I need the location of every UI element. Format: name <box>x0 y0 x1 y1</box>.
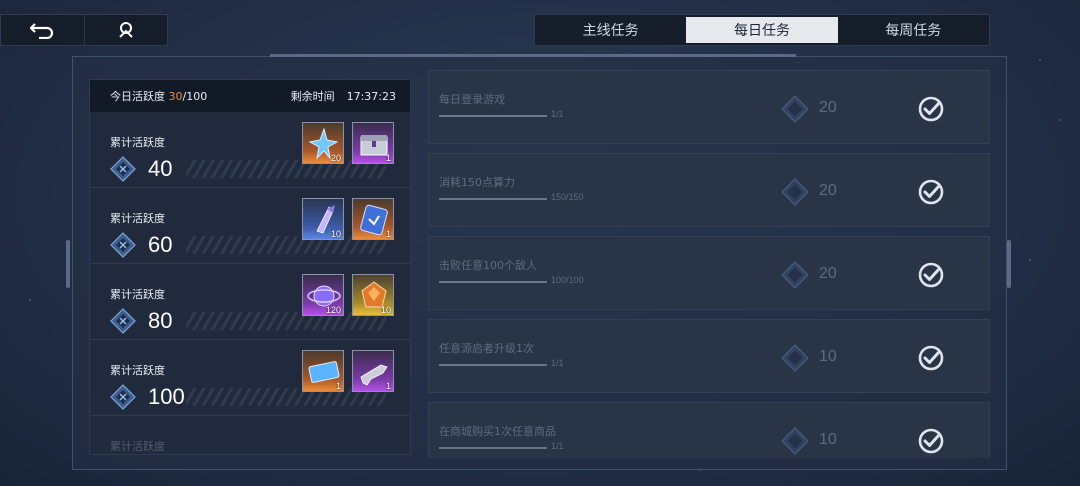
milestone-row: 累计活跃度 <box>90 416 410 454</box>
milestone-label: 累计活跃度 <box>110 364 165 377</box>
activity-gem-icon <box>781 344 809 372</box>
task-progress-text: 100/100 <box>551 275 584 285</box>
milestone-row: 累计活跃度 100 1 1 <box>90 340 410 416</box>
check-circle-icon[interactable] <box>917 261 945 289</box>
reward-item[interactable]: 1 <box>352 198 394 240</box>
milestone-value: 60 <box>148 232 173 257</box>
activity-current: 30 <box>168 89 183 103</box>
activity-gem-icon <box>110 232 136 258</box>
milestone-row: 累计活跃度 60 10 1 <box>90 188 410 264</box>
reward-item[interactable]: 1 <box>302 350 344 392</box>
milestone-row: 累计活跃度 40 20 1 <box>90 112 410 188</box>
task-progress-text: 150/150 <box>551 192 584 202</box>
tab-main-quest[interactable]: 主线任务 <box>535 15 686 45</box>
top-nav <box>0 14 168 46</box>
activity-gem-icon <box>110 308 136 334</box>
reward-count: 20 <box>330 153 341 163</box>
tab-weekly-quest[interactable]: 每周任务 <box>838 15 989 45</box>
task-points: 20 <box>819 182 837 199</box>
task-points: 20 <box>819 265 837 282</box>
task-progress-bar <box>439 364 547 366</box>
time-left-label: 剩余时间 <box>290 90 335 103</box>
task-name: 击败任意100个敌人 <box>439 259 537 272</box>
task-progress-text: 1/1 <box>551 358 564 368</box>
emblem-icon <box>119 22 133 38</box>
milestone-label: 累计活跃度 <box>110 288 165 301</box>
right-edge-handle <box>1007 240 1011 288</box>
activity-gem-icon <box>781 427 809 455</box>
milestone-row: 累计活跃度 80 120 10 <box>90 264 410 340</box>
reward-count: 1 <box>335 381 341 391</box>
reward-count: 1 <box>385 229 391 239</box>
milestone-label: 累计活跃度 <box>110 440 165 453</box>
daily-task-list[interactable]: 每日登录游戏 1/1 20 消耗150点算力 150/150 20 击败任意10… <box>428 70 990 458</box>
activity-label: 今日活跃度 <box>110 90 165 103</box>
milestone-label: 累计活跃度 <box>110 136 165 149</box>
left-edge-handle <box>66 240 70 288</box>
activity-max: /100 <box>182 89 208 103</box>
task-progress-bar <box>439 447 547 449</box>
back-arrow-icon <box>30 23 54 39</box>
milestone-value: 100 <box>148 384 185 409</box>
task-name: 任意源启者升级1次 <box>439 342 534 355</box>
task-progress-bar <box>439 281 547 283</box>
check-circle-icon[interactable] <box>917 178 945 206</box>
reward-count: 10 <box>380 305 391 315</box>
reward-count: 10 <box>330 229 341 239</box>
activity-header: 今日活跃度 30/100 剩余时间 17:37:23 <box>90 80 410 112</box>
task-progress-text: 1/1 <box>551 109 564 119</box>
time-left-value: 17:37:23 <box>346 89 396 103</box>
panel-top-accent <box>270 54 796 57</box>
reward-item[interactable]: 1 <box>352 350 394 392</box>
task-card[interactable]: 任意源启者升级1次 1/1 10 <box>428 319 990 393</box>
task-progress-bar <box>439 115 547 117</box>
profile-button[interactable] <box>83 15 168 45</box>
activity-gem-icon <box>781 261 809 289</box>
task-card[interactable]: 击败任意100个敌人 100/100 20 <box>428 236 990 310</box>
task-name: 在商城购买1次任意商品 <box>439 425 556 438</box>
reward-count: 1 <box>385 153 391 163</box>
task-progress-text: 1/1 <box>551 441 564 451</box>
check-circle-icon[interactable] <box>917 344 945 372</box>
reward-item[interactable]: 10 <box>302 198 344 240</box>
milestone-value: 40 <box>148 156 173 181</box>
reward-count: 120 <box>325 305 341 315</box>
back-button[interactable] <box>1 15 84 45</box>
activity-gem-icon <box>781 95 809 123</box>
task-points: 10 <box>819 431 837 448</box>
task-tabs: 主线任务 每日任务 每周任务 <box>534 14 990 46</box>
check-circle-icon[interactable] <box>917 427 945 455</box>
task-card[interactable]: 每日登录游戏 1/1 20 <box>428 70 990 144</box>
task-name: 消耗150点算力 <box>439 176 515 189</box>
task-points: 10 <box>819 348 837 365</box>
reward-item[interactable]: 1 <box>352 122 394 164</box>
check-circle-icon[interactable] <box>917 95 945 123</box>
activity-gem-icon <box>781 178 809 206</box>
activity-gem-icon <box>110 384 136 410</box>
reward-count: 1 <box>385 381 391 391</box>
milestone-value: 80 <box>148 308 173 333</box>
activity-rewards-panel: 今日活跃度 30/100 剩余时间 17:37:23 累计活跃度 40 20 1… <box>89 79 411 455</box>
reward-item[interactable]: 120 <box>302 274 344 316</box>
reward-item[interactable]: 10 <box>352 274 394 316</box>
reward-item[interactable]: 20 <box>302 122 344 164</box>
task-points: 20 <box>819 99 837 116</box>
milestone-label: 累计活跃度 <box>110 212 165 225</box>
task-card[interactable]: 在商城购买1次任意商品 1/1 10 <box>428 402 990 458</box>
task-card[interactable]: 消耗150点算力 150/150 20 <box>428 153 990 227</box>
task-progress-bar <box>439 198 547 200</box>
task-name: 每日登录游戏 <box>439 93 505 106</box>
tab-daily-quest[interactable]: 每日任务 <box>686 17 838 43</box>
activity-gem-icon <box>110 156 136 182</box>
